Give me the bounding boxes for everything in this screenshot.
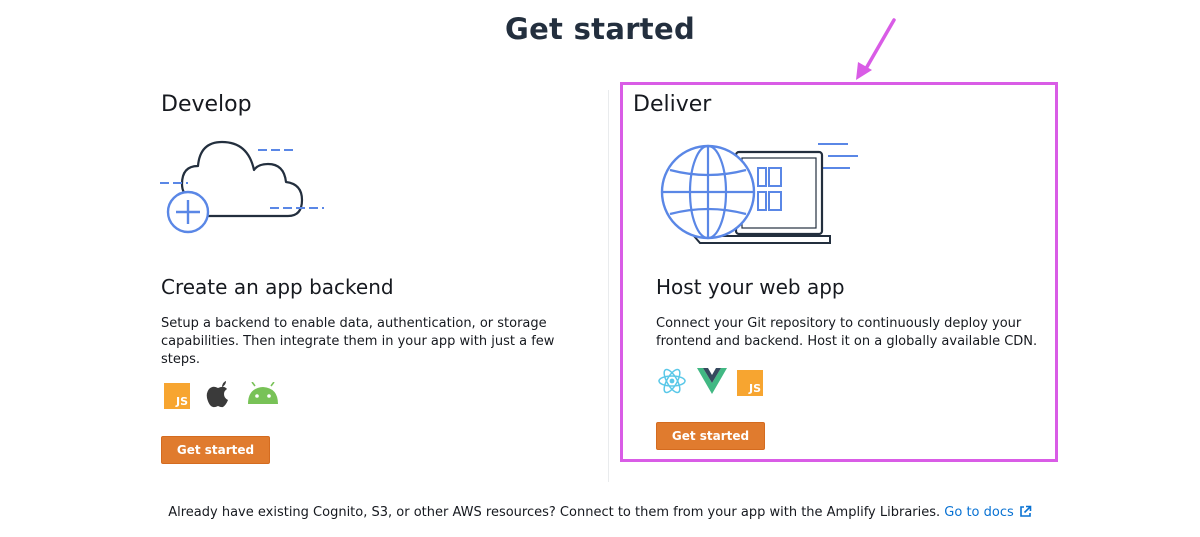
- cloud-backend-illustration-icon: [160, 140, 324, 234]
- footer-text: Already have existing Cognito, S3, or ot…: [168, 505, 941, 520]
- android-icon: [246, 381, 280, 410]
- go-to-docs-link[interactable]: Go to docs: [944, 505, 1032, 522]
- apple-icon: [206, 380, 230, 412]
- footer-note: Already have existing Cognito, S3, or ot…: [0, 505, 1200, 522]
- external-link-icon[interactable]: [1019, 505, 1032, 522]
- develop-title: Develop: [161, 92, 252, 117]
- develop-platform-icons: JS: [164, 380, 290, 412]
- develop-card-description: Setup a backend to enable data, authenti…: [161, 316, 555, 367]
- annotation-highlight-box: [620, 82, 1058, 462]
- go-to-docs-label[interactable]: Go to docs: [944, 505, 1013, 520]
- develop-section: Develop Create an app backend Setup a ba…: [0, 0, 600, 500]
- javascript-icon: JS: [164, 383, 190, 409]
- develop-card-heading: Create an app backend: [161, 275, 394, 299]
- develop-get-started-button[interactable]: Get started: [161, 436, 270, 464]
